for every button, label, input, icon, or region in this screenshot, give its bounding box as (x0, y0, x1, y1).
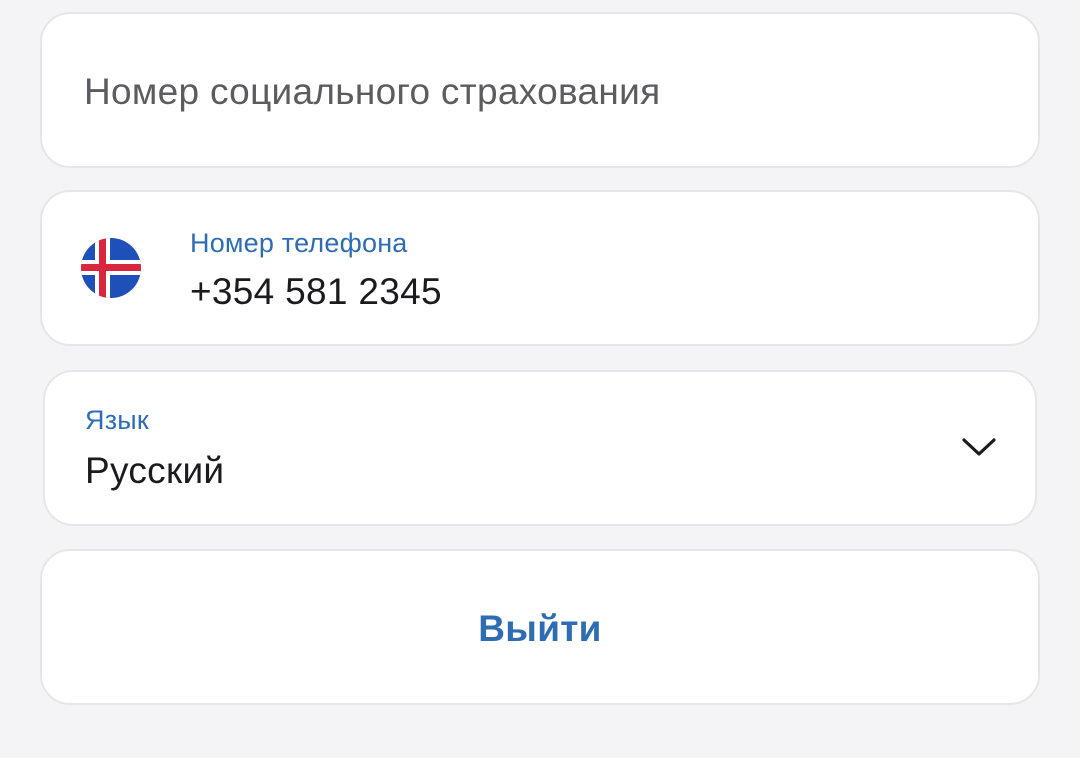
language-value: Русский (85, 450, 225, 491)
language-select[interactable]: Язык Русский (43, 370, 1037, 526)
logout-button[interactable]: Выйти (40, 549, 1040, 705)
ssn-placeholder: Номер социального страхования (84, 71, 661, 112)
phone-label: Номер телефона (190, 228, 408, 258)
logout-label: Выйти (478, 608, 602, 649)
ssn-field[interactable]: Номер социального страхования (40, 12, 1040, 168)
chevron-down-icon[interactable] (959, 434, 999, 460)
language-label: Язык (85, 405, 149, 435)
phone-value[interactable]: +354 581 2345 (190, 270, 442, 314)
iceland-flag-icon[interactable] (81, 238, 141, 298)
phone-field[interactable]: Номер телефона +354 581 2345 (40, 190, 1040, 346)
